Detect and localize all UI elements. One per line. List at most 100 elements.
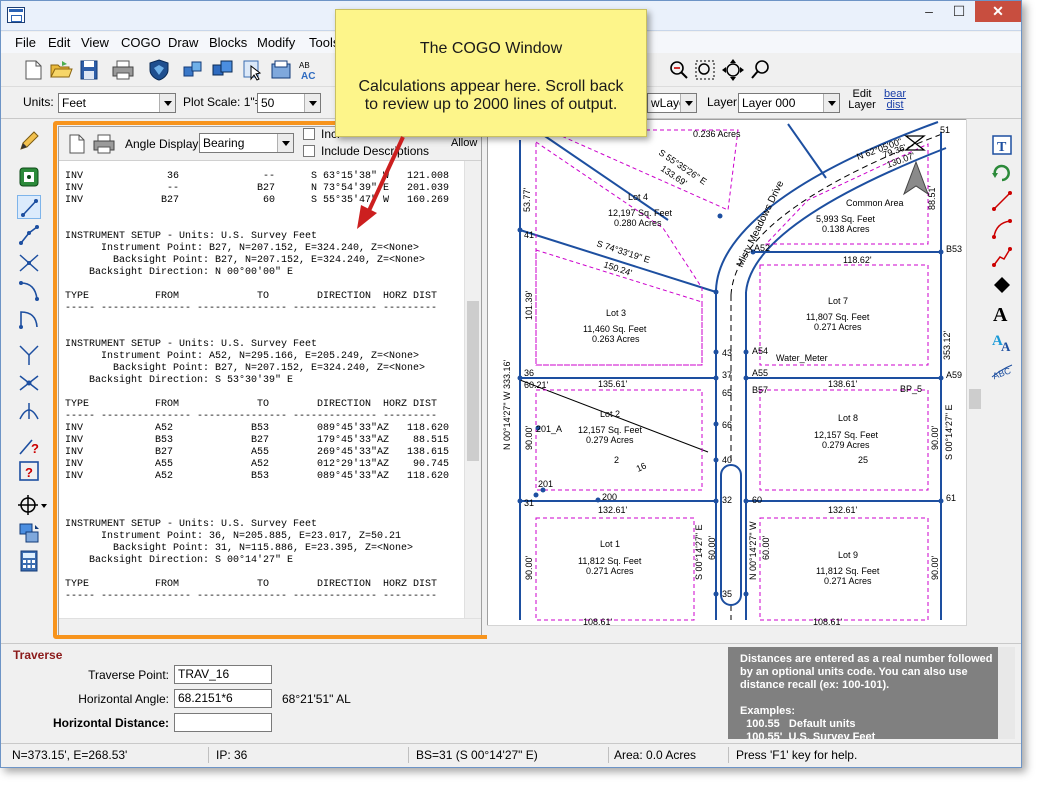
help-example-2: 100.55' U.S. Survey Feet [740,731,876,739]
sideshot-icon[interactable] [17,223,41,247]
point-31-label: 31 [524,498,534,508]
crosshair-icon[interactable] [17,493,47,517]
menu-edit[interactable]: Edit [48,35,70,50]
chevron-down-icon [680,94,696,112]
open-folder-icon[interactable] [49,58,73,82]
cogo-point-icon[interactable] [17,165,41,189]
plot-scale-label: Plot Scale: 1"= [183,95,262,109]
cogo-output-line: INSTRUMENT SETUP - Units: U.S. Survey Fe… [65,519,318,530]
new-file-icon[interactable] [21,58,45,82]
menu-cogo[interactable]: COGO [121,35,161,50]
inverse-query-icon[interactable]: ? [17,433,41,457]
bearing-n00-left: N 00°14'27" W 333.16' [502,359,512,450]
arc-draw-icon[interactable] [990,217,1014,241]
include-descriptions-checkbox[interactable] [303,145,315,157]
arc-icon[interactable] [17,307,41,331]
bearing-distance-icon[interactable] [17,399,41,423]
layer-mode-select[interactable]: wLayer [647,93,697,113]
text-box-icon[interactable]: T [990,133,1014,157]
menu-blocks[interactable]: Blocks [209,35,247,50]
menu-modify[interactable]: Modify [257,35,295,50]
point-35-label: 35 [722,589,732,599]
scroll-thumb[interactable] [969,389,981,409]
curve-icon[interactable] [17,279,41,303]
curved-text-icon[interactable]: ABC [990,357,1014,381]
units-select[interactable]: Feet [58,93,176,113]
point-61-label: 61 [946,493,956,503]
angle-display-select[interactable]: Bearing [199,133,294,153]
layers-icon[interactable] [181,58,205,82]
line-icon[interactable] [990,189,1014,213]
pencil-icon[interactable] [17,129,41,153]
lot-8-name: Lot 8 [838,413,858,423]
chevron-down-icon [277,134,293,152]
cogo-output-line: INV B27 A55 269°45'33"AZ 138.615 [65,447,450,458]
point-a59-label: A59 [946,370,962,380]
help-scrollbar[interactable] [998,647,1015,739]
calculator-icon[interactable] [17,549,41,573]
include-checkbox[interactable] [303,128,315,140]
point-2-label: 2 [614,455,619,465]
menu-file[interactable]: File [15,35,36,50]
area-query-icon[interactable]: ? [17,459,41,483]
drawing-canvas[interactable]: 0.236 Acres Lot 4 12,197 Sq. Feet 0.280 … [487,119,969,641]
cogo-output-line [65,279,465,291]
text-style-icon[interactable]: AA [990,329,1014,354]
new-file-icon[interactable] [67,133,87,155]
callout-note: The COGO Window Calculations appear here… [335,9,647,137]
blocks-icon[interactable] [211,58,235,82]
layer-value: Layer 000 [742,96,796,110]
map-vertical-scrollbar[interactable] [966,119,983,641]
menu-view[interactable]: View [81,35,109,50]
edit-layer-button[interactable]: Edit Layer [847,89,877,111]
distance-distance-icon[interactable] [17,371,41,395]
left-toolbar: ? ? [9,125,49,575]
cogo-vertical-scrollbar[interactable] [464,161,481,619]
minimize-button[interactable]: – [915,1,943,22]
rotate-icon[interactable] [990,161,1014,185]
lot-2-acres: 0.279 Acres [586,435,634,445]
menu-draw[interactable]: Draw [168,35,198,50]
pointer-icon[interactable] [241,58,265,82]
traverse-point-input[interactable]: TRAV_16 [174,665,272,684]
horizontal-distance-input[interactable] [174,713,272,732]
transform-icon[interactable] [17,521,41,545]
text-icon[interactable]: A [990,301,1014,326]
point-label-16: 16 [635,461,648,474]
close-button[interactable]: ✕ [975,1,1021,22]
traverse-icon[interactable] [17,195,41,219]
help-panel: Distances are entered as a real number f… [728,647,1015,739]
map-horizontal-scrollbar[interactable] [487,625,967,641]
print-icon[interactable] [92,133,116,155]
point-60-label: 60 [752,495,762,505]
app-icon[interactable] [7,7,25,23]
zoom-window-icon[interactable] [693,58,717,82]
dim-118-62: 118.62' [843,255,872,265]
bear-dist-button[interactable]: bear dist [881,89,909,111]
text-style-icon[interactable]: AB AC [297,58,321,82]
lot-1-name: Lot 1 [600,539,620,549]
zoom-extents-icon[interactable] [721,58,745,82]
cogo-output-line: TYPE FROM TO DIRECTION HORZ DIST [65,291,438,302]
cogo-output[interactable]: INV 36 -- S 63°15'38" W 121.008 INV -- B2… [65,171,465,603]
cogo-output-line: Instrument Point: 36, N=205.885, E=23.01… [65,531,402,542]
properties-icon[interactable] [269,58,293,82]
horizontal-angle-input[interactable]: 68.2151*6 [174,689,272,708]
polyline-icon[interactable] [990,245,1014,269]
status-bar: N=373.15', E=268.53' IP: 36 BS=31 (S 00°… [1,743,1021,765]
zoom-out-icon[interactable] [667,58,691,82]
chevron-down-icon [823,94,839,112]
cogo-horizontal-scrollbar[interactable] [59,618,481,635]
point-41-label: 41 [524,230,534,240]
bearing-bearing-icon[interactable] [17,343,41,367]
plot-scale-select[interactable]: 50 [257,93,321,113]
print-icon[interactable] [111,58,135,82]
shield-icon[interactable] [147,58,171,82]
zoom-realtime-icon[interactable] [749,58,773,82]
intersect-icon[interactable] [17,251,41,275]
symbol-icon[interactable] [990,273,1014,297]
scroll-thumb[interactable] [467,301,479,461]
save-icon[interactable] [77,58,101,82]
maximize-button[interactable]: ☐ [945,1,973,22]
layer-select[interactable]: Layer 000 [738,93,840,113]
